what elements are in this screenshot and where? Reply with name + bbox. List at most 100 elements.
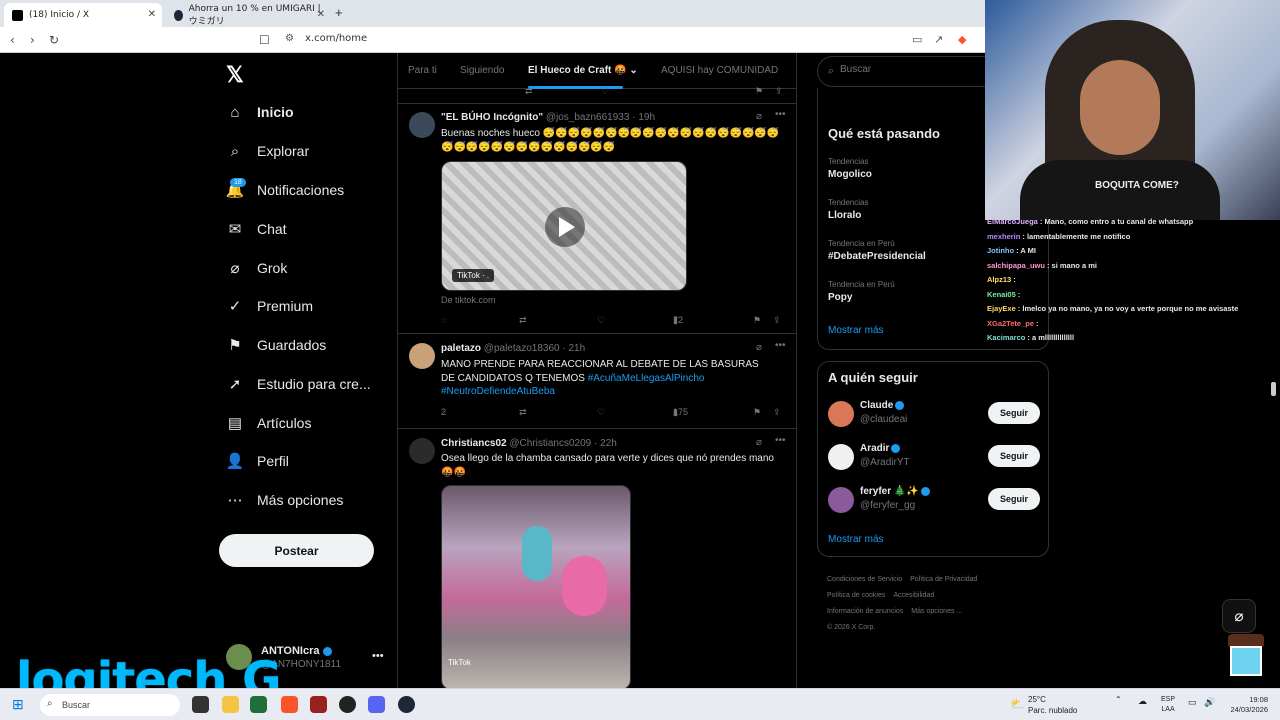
post[interactable]: "EL BÚHO Incógnito" @jos_bazn661933 · 19… <box>398 104 796 334</box>
footer-link[interactable]: Política de Privacidad <box>910 576 977 583</box>
task-view-icon[interactable] <box>192 696 209 713</box>
scrollbar[interactable] <box>1271 382 1276 396</box>
tab-el-hueco-de-craft[interactable]: El Hueco de Craft 🤬 ⌄ <box>528 65 638 76</box>
reply-icon[interactable]: ◌ <box>441 315 446 325</box>
brave-icon[interactable] <box>281 696 298 713</box>
share-icon[interactable]: ↗ <box>934 33 943 46</box>
grok-icon[interactable]: ⌀ <box>756 111 762 122</box>
retweet-icon[interactable]: ⇄ <box>519 407 527 418</box>
trend-item[interactable]: Tendencias Lloralo <box>828 198 868 221</box>
search-box[interactable]: ⌕ <box>817 56 985 87</box>
network-icon[interactable]: ▭ <box>1188 697 1197 708</box>
app-icon[interactable] <box>310 696 327 713</box>
like-icon[interactable]: ♡ <box>597 407 605 418</box>
nav-item-guardados[interactable]: ⚑ Guardados <box>226 332 326 358</box>
post-button[interactable]: Postear <box>219 534 374 567</box>
grok-icon[interactable]: ⌀ <box>756 437 762 448</box>
footer-link[interactable]: Más opciones ... <box>911 608 962 615</box>
post[interactable]: Christiancs02 @Christiancs0209 · 22h ⌀ •… <box>398 430 796 688</box>
more-icon[interactable]: ••• <box>372 650 384 662</box>
footer-link[interactable]: Condiciones de Servicio <box>827 576 902 583</box>
minecraft-icon[interactable] <box>250 696 267 713</box>
bookmark-icon[interactable]: ⚑ <box>753 315 761 326</box>
follow-suggestion[interactable]: Claude @claudeai Seguir <box>828 398 1040 434</box>
obs-icon[interactable] <box>339 696 356 713</box>
follow-handle: @AradirYT <box>860 457 910 468</box>
retweet-icon[interactable]: ⇄ <box>525 86 533 97</box>
show-more-link[interactable]: Mostrar más <box>828 534 884 545</box>
nav-item-grok[interactable]: ⌀ Grok <box>226 255 287 281</box>
share-icon[interactable]: ⇪ <box>775 86 783 97</box>
share-icon[interactable]: ⇪ <box>773 407 781 418</box>
nav-item-explorar[interactable]: ⌕ Explorar <box>226 138 309 164</box>
grok-float-button[interactable]: ⌀ <box>1222 599 1256 633</box>
search-input[interactable] <box>840 64 970 75</box>
clock[interactable]: 19:08 24/03/2026 <box>1222 695 1268 715</box>
onedrive-icon[interactable]: ☁ <box>1138 696 1147 707</box>
site-info-icon[interactable]: ⚙ <box>285 33 294 44</box>
tab-umigari[interactable]: Ahorra un 10 % en UMIGARI | ウミガリ ✕ <box>166 3 331 27</box>
taskbar-search[interactable]: ⌕ Buscar <box>40 694 180 716</box>
follow-button[interactable]: Seguir <box>988 488 1040 510</box>
close-tab-icon[interactable]: ✕ <box>148 9 156 20</box>
grok-icon: ⌀ <box>1234 608 1244 625</box>
date: 24/03/2026 <box>1230 705 1268 714</box>
nav-item-inicio[interactable]: ⌂ Inicio <box>226 99 293 125</box>
nav-item-perfil[interactable]: 👤 Perfil <box>226 448 289 474</box>
more-icon[interactable]: ••• <box>775 435 786 446</box>
cast-icon[interactable]: ▭ <box>912 33 922 46</box>
windows-start-icon[interactable]: ⊞ <box>12 696 24 713</box>
footer-link[interactable]: Política de cookies <box>827 592 885 599</box>
more-icon[interactable]: ••• <box>775 109 786 120</box>
back-icon[interactable]: ‹ <box>10 33 15 47</box>
share-icon[interactable]: ⇪ <box>773 315 781 326</box>
reload-icon[interactable]: ↻ <box>49 33 59 47</box>
volume-icon[interactable]: 🔊 <box>1204 697 1215 708</box>
post[interactable]: paletazo @paletazo18360 · 21h ⌀ ••• MANO… <box>398 335 796 429</box>
follow-suggestion[interactable]: feryfer 🎄✨ @feryfer_gg Seguir <box>828 484 1040 520</box>
forward-icon[interactable]: › <box>30 33 35 47</box>
like-icon[interactable]: ♡ <box>597 315 605 326</box>
close-tab-icon[interactable]: ✕ <box>317 9 325 20</box>
trend-item[interactable]: Tendencia en Perú #DebatePresidencial <box>828 239 926 262</box>
nav-item-más-opciones[interactable]: ⋯ Más opciones <box>226 487 344 513</box>
system-tray-chevron-icon[interactable]: ⌃ <box>1115 695 1122 704</box>
x-logo-icon[interactable]: 𝕏 <box>226 62 244 88</box>
like-icon[interactable]: ♡ <box>601 86 609 97</box>
discord-icon[interactable] <box>368 696 385 713</box>
footer-link[interactable]: Accesibilidad <box>893 592 934 599</box>
trend-item[interactable]: Tendencias Mogolico <box>828 157 872 180</box>
url-field[interactable]: x.com/home <box>305 33 367 44</box>
nav-item-premium[interactable]: ✓ Premium <box>226 293 313 319</box>
new-tab-icon[interactable]: + <box>335 5 343 20</box>
tab-siguiendo[interactable]: Siguiendo <box>460 65 504 76</box>
link-source[interactable]: De tiktok.com <box>441 295 496 305</box>
video-thumbnail[interactable]: TikTok <box>441 485 631 688</box>
follow-button[interactable]: Seguir <box>988 402 1040 424</box>
tab-para-ti[interactable]: Para ti <box>408 65 437 76</box>
follow-button[interactable]: Seguir <box>988 445 1040 467</box>
footer-link[interactable]: Información de anuncios <box>827 608 903 615</box>
avatar <box>409 438 435 464</box>
tab-aquisi-hay-comunidad[interactable]: AQUISI hay COMUNIDAD <box>661 65 778 76</box>
nav-item-artículos[interactable]: ▤ Artículos <box>226 410 312 436</box>
bookmark-icon[interactable]: ⚑ <box>753 407 761 418</box>
language-indicator[interactable]: ESP LAA <box>1161 695 1175 715</box>
follow-name: Aradir <box>860 443 901 454</box>
steam-icon[interactable] <box>398 696 415 713</box>
show-more-link[interactable]: Mostrar más <box>828 325 884 336</box>
follow-suggestion[interactable]: Aradir @AradirYT Seguir <box>828 441 1040 477</box>
bookmark-icon[interactable]: ⚑ <box>755 86 763 97</box>
trend-item[interactable]: Tendencia en Perú Popy <box>828 280 895 303</box>
file-explorer-icon[interactable] <box>222 696 239 713</box>
tab-x-home[interactable]: (18) Inicio / X ✕ <box>4 3 162 27</box>
media-label: TikTok · . <box>452 269 495 282</box>
retweet-icon[interactable]: ⇄ <box>519 315 527 326</box>
nav-item-chat[interactable]: ✉ Chat <box>226 216 287 242</box>
nav-item-estudio-para-cre[interactable]: ➚ Estudio para cre... <box>226 371 371 397</box>
grok-icon[interactable]: ⌀ <box>756 342 762 353</box>
brave-shield-icon[interactable]: ◆ <box>958 33 966 46</box>
bookmark-page-icon[interactable]: ☐ <box>259 33 270 47</box>
video-thumbnail[interactable]: TikTok · . <box>441 161 687 291</box>
more-icon[interactable]: ••• <box>775 340 786 351</box>
